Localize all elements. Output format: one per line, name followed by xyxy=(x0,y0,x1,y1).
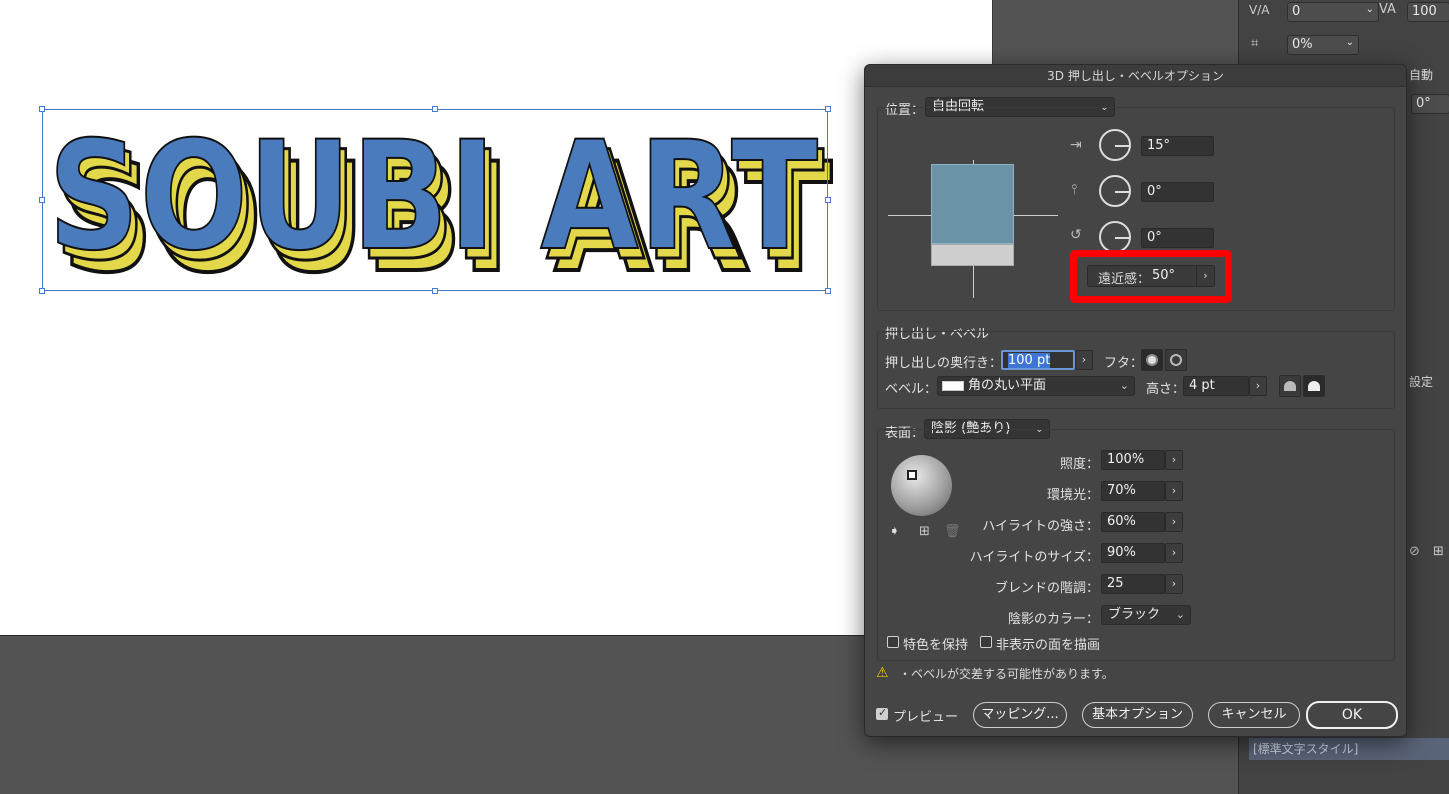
selection-handle[interactable] xyxy=(432,288,438,294)
blend-steps-label: ブレンドの階調： xyxy=(994,581,1099,596)
shading-color-select[interactable]: ブラック ⌄ xyxy=(1101,605,1191,625)
ok-button[interactable]: OK xyxy=(1306,701,1398,729)
selection-handle[interactable] xyxy=(432,106,438,112)
chevron-down-icon: ⌄ xyxy=(1119,379,1129,392)
bevel-label: ベベル： xyxy=(885,382,938,397)
chevron-right-icon[interactable]: › xyxy=(1196,266,1214,286)
selection-bounding-box xyxy=(42,109,828,291)
tsume-field[interactable]: 0% ⌄ xyxy=(1287,35,1359,55)
blend-steps-arrow[interactable]: › xyxy=(1165,574,1183,594)
rotate-y-icon: ⫯ xyxy=(1071,182,1078,198)
light-intensity-input[interactable]: 100% xyxy=(1101,450,1165,470)
rotate-z-dial[interactable] xyxy=(1099,221,1131,253)
cube-bottom-face[interactable] xyxy=(931,244,1014,266)
new-style-icon[interactable]: ⊞ xyxy=(1433,544,1444,559)
perspective-control[interactable]: 遠近感： 50° › xyxy=(1087,265,1215,287)
selection-handle[interactable] xyxy=(39,106,45,112)
warning-icon: ⚠ xyxy=(876,665,889,681)
new-light-icon[interactable]: ⊞ xyxy=(919,524,930,539)
tracking-field[interactable]: 0 ⌄ xyxy=(1287,2,1379,22)
rotate-y-dial[interactable] xyxy=(1099,175,1131,207)
artboard[interactable]: SOUBI ART SOUBI ART SOUBI ART xyxy=(0,0,993,636)
cap-label: フタ： xyxy=(1104,356,1144,371)
shading-color-label: 陰影のカラー： xyxy=(1007,612,1099,627)
light-intensity-label: 照度： xyxy=(1059,457,1099,472)
light-intensity-arrow[interactable]: › xyxy=(1165,450,1183,470)
draw-hidden-label: 非表示の面を描画 xyxy=(996,638,1101,653)
basic-options-button[interactable]: 基本オプション xyxy=(1082,702,1193,728)
mapping-button[interactable]: マッピング... xyxy=(973,702,1067,728)
highlight-size-label: ハイライトのサイズ： xyxy=(969,550,1099,565)
ambient-label: 環境光： xyxy=(1046,488,1099,503)
preview-checkbox[interactable] xyxy=(876,706,888,720)
bevel-in-icon[interactable] xyxy=(1303,375,1325,397)
bevel-select[interactable]: 角の丸い平面 ⌄ xyxy=(937,376,1135,396)
height-label: 高さ： xyxy=(1146,382,1186,397)
char-style-item[interactable]: [標準文字スタイル] xyxy=(1249,738,1449,760)
lighting-sphere[interactable] xyxy=(891,455,952,516)
rotate-z-input[interactable]: 0° xyxy=(1141,228,1214,248)
selection-handle[interactable] xyxy=(825,197,831,203)
rotate-y-input[interactable]: 0° xyxy=(1141,182,1214,202)
ambient-arrow[interactable]: › xyxy=(1165,481,1183,501)
highlight-intensity-arrow[interactable]: › xyxy=(1165,512,1183,532)
height-arrow[interactable]: › xyxy=(1249,376,1267,396)
height-input[interactable]: 4 pt xyxy=(1183,376,1249,396)
preview-label: プレビュー xyxy=(893,710,959,725)
angle-field[interactable]: 0° xyxy=(1411,94,1449,114)
bevel-shape-icon xyxy=(942,381,964,391)
tracking-right-field[interactable]: 100 xyxy=(1407,2,1449,22)
3d-extrude-bevel-dialog: 3D 押し出し・ベベルオプション 位置： 自由回転 ⌄ ⇥ 15° ⫯ 0° ↺ … xyxy=(864,64,1407,737)
rotate-x-input[interactable]: 15° xyxy=(1141,136,1214,156)
selection-handle[interactable] xyxy=(825,106,831,112)
no-icon[interactable]: ⊘ xyxy=(1409,544,1420,559)
draw-hidden-checkbox[interactable] xyxy=(980,636,992,648)
dialog-title: 3D 押し出し・ベベルオプション xyxy=(865,65,1406,87)
highlight-size-input[interactable]: 90% xyxy=(1101,543,1165,563)
selection-handle[interactable] xyxy=(39,197,45,203)
cube-front-face[interactable] xyxy=(931,164,1014,244)
cap-on-icon[interactable] xyxy=(1141,349,1163,371)
preserve-spot-checkbox[interactable] xyxy=(887,636,899,648)
cap-off-icon[interactable] xyxy=(1165,349,1187,371)
tsume-icon: ⌗ xyxy=(1251,36,1259,51)
light-source-handle[interactable] xyxy=(907,470,917,480)
chevron-down-icon: ⌄ xyxy=(1175,608,1185,621)
auto-label: 自動 xyxy=(1409,68,1434,82)
setting-label: 設定 xyxy=(1409,375,1434,389)
ambient-input[interactable]: 70% xyxy=(1101,481,1165,501)
rotate-x-dial[interactable] xyxy=(1099,129,1131,161)
rotate-z-icon: ↺ xyxy=(1070,227,1082,243)
selection-handle[interactable] xyxy=(825,288,831,294)
tracking-icon: V/A xyxy=(1249,3,1270,17)
highlight-size-arrow[interactable]: › xyxy=(1165,543,1183,563)
depth-input[interactable]: 100 pt xyxy=(1001,350,1075,370)
kerning-icon: VA xyxy=(1379,2,1396,17)
rotate-x-icon: ⇥ xyxy=(1070,137,1082,153)
depth-label: 押し出しの奥行き： xyxy=(885,356,1003,371)
selection-handle[interactable] xyxy=(39,288,45,294)
cancel-button[interactable]: キャンセル xyxy=(1208,702,1300,728)
perspective-label: 遠近感： xyxy=(1098,272,1151,287)
depth-arrow[interactable]: › xyxy=(1075,350,1093,370)
warning-text: ・ベベルが交差する可能性があります。 xyxy=(899,667,1114,681)
blend-steps-input[interactable]: 25 xyxy=(1101,574,1165,594)
highlight-intensity-label: ハイライトの強さ： xyxy=(982,519,1099,534)
bevel-out-icon[interactable] xyxy=(1279,375,1301,397)
preserve-spot-label: 特色を保持 xyxy=(903,638,969,653)
move-light-back-icon[interactable]: ➧ xyxy=(889,524,900,539)
highlight-intensity-input[interactable]: 60% xyxy=(1101,512,1165,532)
perspective-value[interactable]: 50° xyxy=(1152,268,1175,283)
